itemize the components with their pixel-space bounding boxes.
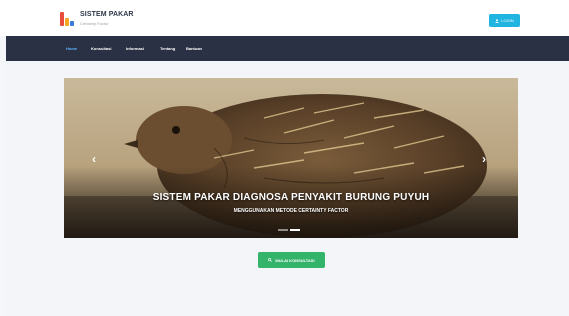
main-navbar: Home Konsultasi Informasi Tentang Bantua… xyxy=(6,36,569,61)
start-consultation-label: MULAI KONSULTASI xyxy=(275,257,315,263)
carousel-title: SISTEM PAKAR DIAGNOSA PENYAKIT BURUNG PU… xyxy=(152,192,430,203)
chevron-right-icon[interactable]: › xyxy=(482,152,486,166)
page: SISTEM PAKAR Certainty Factor LOGIN Home… xyxy=(0,0,569,316)
carousel-indicators xyxy=(278,229,300,231)
chevron-left-icon[interactable]: ‹ xyxy=(92,152,96,166)
login-button[interactable]: LOGIN xyxy=(489,14,520,27)
nav-item-tentang[interactable]: Tentang xyxy=(160,46,175,51)
nav-item-bantuan[interactable]: Bantuan xyxy=(186,46,202,51)
user-icon xyxy=(495,18,499,23)
top-header: SISTEM PAKAR Certainty Factor LOGIN xyxy=(0,0,569,36)
start-consultation-button[interactable]: MULAI KONSULTASI xyxy=(258,252,325,268)
brand-title: SISTEM PAKAR xyxy=(80,11,134,18)
hero-carousel: ‹ › SISTEM PAKAR DIAGNOSA PENYAKIT BURUN… xyxy=(64,78,518,238)
nav-item-konsultasi[interactable]: Konsultasi xyxy=(91,46,111,51)
quail-photo xyxy=(64,78,518,238)
nav-item-home[interactable]: Home xyxy=(66,46,77,51)
carousel-subtitle: MENGGUNAKAN METODE CERTAINTY FACTOR xyxy=(233,208,349,214)
carousel-indicator-1[interactable] xyxy=(278,229,288,231)
carousel-indicator-2[interactable] xyxy=(290,229,300,231)
brand-subtitle: Certainty Factor xyxy=(80,21,109,26)
nav-item-informasi[interactable]: Informasi xyxy=(126,46,144,51)
login-label: LOGIN xyxy=(501,18,514,23)
search-icon xyxy=(268,258,273,262)
app-logo xyxy=(60,12,75,26)
